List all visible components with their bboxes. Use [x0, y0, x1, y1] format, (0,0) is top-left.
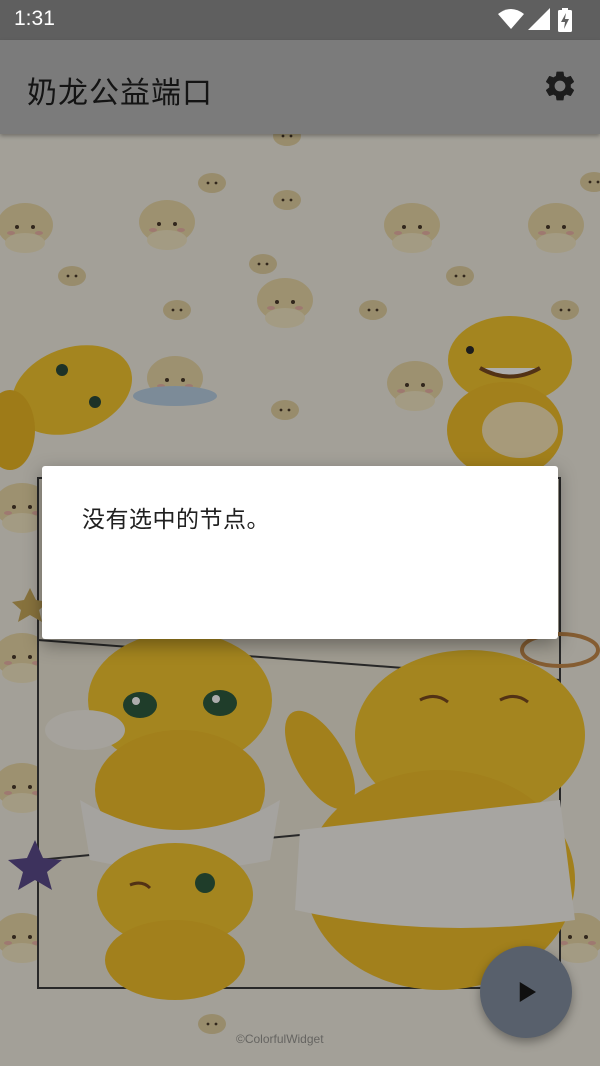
play-button[interactable] [480, 946, 572, 1038]
status-time: 1:31 [14, 7, 55, 30]
status-bar: 1:31 [0, 0, 600, 40]
message-dialog: 没有选中的节点。 [42, 466, 558, 639]
dialog-message: 没有选中的节点。 [82, 507, 270, 533]
gear-icon [545, 71, 575, 101]
battery-icon [558, 8, 572, 32]
play-icon [519, 982, 536, 1002]
wifi-icon [498, 9, 524, 29]
app-title: 奶龙公益端口 [27, 76, 213, 111]
screen: ©ColorfulWidget 1:31 奶龙公益端口 没有选中的节点。 [0, 0, 600, 1066]
signal-icon [528, 8, 550, 30]
app-bar: 奶龙公益端口 [0, 40, 600, 134]
settings-button[interactable] [538, 64, 582, 108]
